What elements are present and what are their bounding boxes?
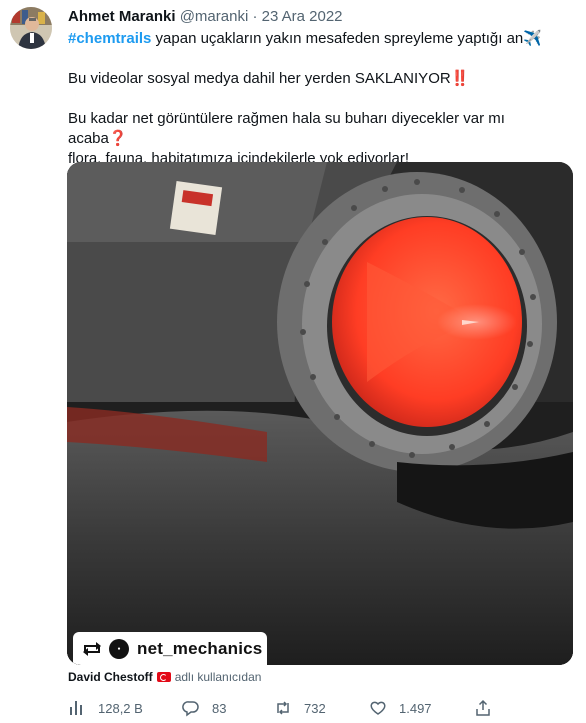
credit-suffix: adlı kullanıcıdan: [174, 670, 262, 684]
double-exclamation-emoji: ‼️: [450, 70, 470, 87]
airplane-emoji: ✈️: [523, 30, 542, 47]
share-icon: [476, 699, 490, 716]
retweet-button[interactable]: 732: [274, 699, 326, 717]
views-button[interactable]: 128,2 B: [68, 699, 143, 717]
tweet-line-1-text: yapan uçakların yakın mesafeden spreylem…: [151, 30, 524, 47]
views-chart-icon: [70, 701, 82, 715]
tweet-line-3-text: Bu kadar net görüntülere rağmen hala su …: [68, 110, 505, 147]
tweet-line-3: Bu kadar net görüntülere rağmen hala su …: [68, 109, 568, 149]
like-count: 1.497: [399, 700, 432, 716]
heart-icon: [370, 701, 386, 715]
turkey-flag-icon: [156, 672, 171, 682]
author-name[interactable]: Ahmet Maranki: [68, 8, 176, 25]
tweet-line-1: #chemtrails yapan uçakların yakın mesafe…: [68, 29, 568, 49]
avatar-photo: [10, 7, 52, 49]
retweet-icon: [277, 701, 289, 715]
tweet-text: #chemtrails yapan uçakların yakın mesafe…: [68, 29, 568, 167]
views-count: 128,2 B: [98, 700, 143, 716]
header-separator: ·: [252, 8, 258, 25]
hashtag-link[interactable]: #chemtrails: [68, 30, 151, 47]
net-mechanics-logo-icon: ●: [109, 638, 129, 659]
share-button[interactable]: [474, 699, 492, 717]
question-emoji: ❓: [108, 130, 128, 147]
avatar[interactable]: [10, 7, 52, 49]
repost-watermark: ● net_mechanics: [73, 632, 267, 665]
credit-name[interactable]: David Chestoff: [68, 670, 153, 684]
author-handle[interactable]: @maranki: [180, 8, 249, 25]
reply-count: 83: [212, 700, 227, 716]
tweet-video[interactable]: ● net_mechanics: [67, 162, 573, 665]
reply-button[interactable]: 83: [182, 699, 226, 717]
watermark-text: net_mechanics: [137, 638, 263, 658]
tweet-paragraph-3: Bu kadar net görüntülere rağmen hala su …: [68, 109, 568, 169]
like-button[interactable]: 1.497: [369, 699, 432, 717]
tweet-header: Ahmet Maranki @maranki · 23 Ara 2022: [68, 7, 343, 27]
reply-icon: [182, 701, 199, 717]
tweet-line-2-text: Bu videolar sosyal medya dahil her yerde…: [68, 70, 451, 87]
repost-icon: [83, 641, 101, 656]
video-frame: [67, 162, 573, 665]
retweet-count: 732: [304, 700, 326, 716]
media-credit: David Chestoff adlı kullanıcıdan: [68, 669, 261, 685]
tweet-date[interactable]: 23 Ara 2022: [262, 8, 343, 25]
tweet-line-2: Bu videolar sosyal medya dahil her yerde…: [68, 69, 469, 89]
tweet-actions: 128,2 B 83 732 1.497: [0, 699, 586, 721]
